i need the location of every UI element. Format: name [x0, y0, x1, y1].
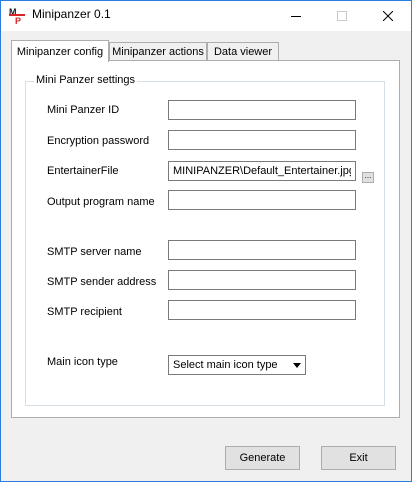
- output-program-name-input[interactable]: [168, 190, 356, 210]
- maximize-button[interactable]: [319, 1, 365, 31]
- browse-file-button[interactable]: ...: [362, 172, 374, 183]
- generate-button[interactable]: Generate: [225, 446, 300, 470]
- group-title: Mini Panzer settings: [34, 74, 138, 86]
- smtp-recipient-label: SMTP recipient: [47, 306, 122, 318]
- entertainer-file-input[interactable]: [168, 161, 356, 181]
- tab-data-viewer[interactable]: Data viewer: [207, 42, 279, 61]
- output-program-name-label: Output program name: [47, 196, 155, 208]
- smtp-sender-address-input[interactable]: [168, 270, 356, 290]
- app-window: M P Minipanzer 0.1 Minipanzer config Min…: [0, 0, 412, 482]
- window-title: Minipanzer 0.1: [32, 7, 111, 21]
- svg-text:P: P: [15, 16, 21, 24]
- smtp-sender-address-label: SMTP sender address: [47, 276, 157, 288]
- minimize-icon: [291, 16, 301, 17]
- smtp-recipient-input[interactable]: [168, 300, 356, 320]
- main-icon-type-select[interactable]: Select main icon type: [168, 355, 306, 375]
- tab-label: Data viewer: [213, 46, 273, 58]
- tab-label: Minipanzer actions: [112, 46, 204, 58]
- mini-panzer-id-input[interactable]: [168, 100, 356, 120]
- tab-label: Minipanzer config: [16, 45, 104, 58]
- tab-minipanzer-actions[interactable]: Minipanzer actions: [109, 42, 207, 61]
- encryption-password-label: Encryption password: [47, 135, 150, 147]
- maximize-icon: [337, 11, 347, 21]
- chevron-down-icon[interactable]: [288, 357, 304, 373]
- minimize-button[interactable]: [273, 1, 319, 31]
- main-icon-type-label: Main icon type: [47, 356, 118, 368]
- close-icon: [383, 11, 393, 21]
- smtp-server-name-input[interactable]: [168, 240, 356, 260]
- smtp-server-name-label: SMTP server name: [47, 246, 142, 258]
- tab-minipanzer-config[interactable]: Minipanzer config: [11, 40, 109, 62]
- select-value: Select main icon type: [173, 359, 278, 371]
- title-bar[interactable]: M P Minipanzer 0.1: [1, 1, 411, 31]
- exit-button[interactable]: Exit: [321, 446, 396, 470]
- close-button[interactable]: [365, 1, 411, 31]
- encryption-password-input[interactable]: [168, 130, 356, 150]
- minipanzer-logo-icon: M P: [9, 7, 25, 24]
- entertainer-file-label: EntertainerFile: [47, 165, 119, 177]
- mini-panzer-id-label: Mini Panzer ID: [47, 104, 120, 116]
